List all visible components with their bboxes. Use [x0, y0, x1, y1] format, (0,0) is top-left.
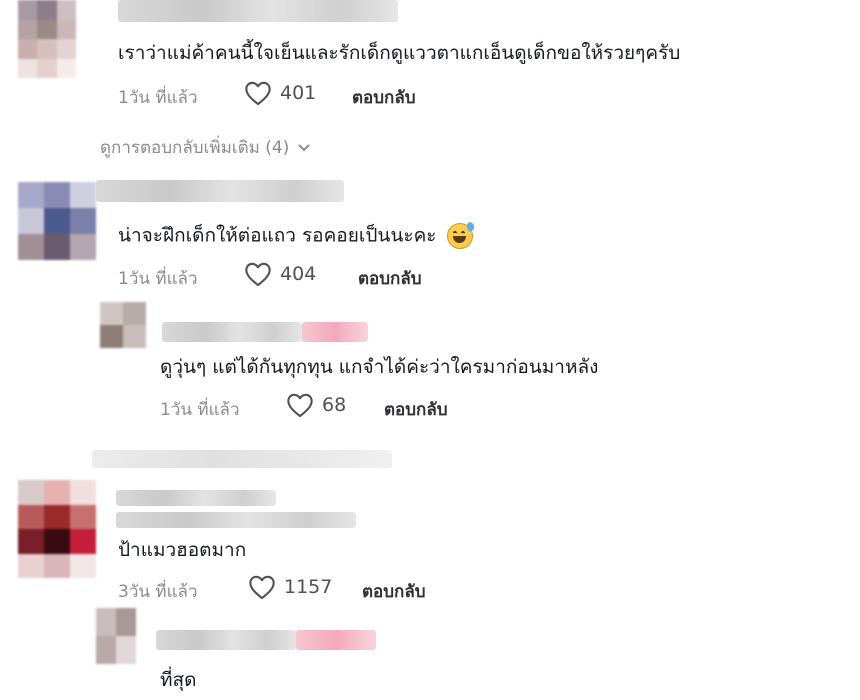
comment-text: เราว่าแม่ค้าคนนี้ใจเย็นและรักเด็กดูแววตา… — [118, 42, 681, 64]
avatar[interactable] — [100, 302, 146, 348]
reply-button[interactable]: ตอบกลับ — [358, 265, 422, 292]
comment-time: 1วัน ที่แล้ว — [118, 269, 198, 289]
avatar[interactable] — [18, 480, 96, 578]
like-button[interactable]: 1157 — [248, 574, 332, 600]
avatar[interactable] — [96, 608, 136, 664]
comment-time: 3วัน ที่แล้ว — [118, 582, 198, 602]
like-count: 404 — [280, 263, 317, 285]
reply-button[interactable]: ตอบกลับ — [384, 396, 448, 423]
like-count: 401 — [280, 82, 317, 104]
username[interactable] — [118, 0, 398, 22]
comment-text: น่าจะฝึกเด็กให้ต่อแถว รอคอยเป็นนะคะ — [118, 221, 475, 249]
like-count: 1157 — [284, 576, 333, 598]
comment-text: ดูวุ่นๆ แต่ได้กันทุกทุน แกจำได้ค่ะว่าใคร… — [160, 356, 599, 378]
hidden-row — [92, 450, 392, 468]
username-badge — [302, 322, 368, 342]
chevron-down-icon — [298, 143, 311, 151]
username[interactable] — [96, 180, 344, 202]
avatar[interactable] — [18, 0, 76, 78]
like-button[interactable]: 68 — [286, 392, 346, 418]
view-more-replies[interactable]: ดูการตอบกลับเพิ่มเติม (4) — [100, 134, 311, 161]
comment-time: 1วัน ที่แล้ว — [118, 88, 198, 108]
like-button[interactable]: 401 — [244, 80, 316, 106]
reply-button[interactable]: ตอบกลับ — [362, 578, 426, 605]
like-button[interactable]: 404 — [244, 261, 316, 287]
heart-icon — [249, 575, 275, 600]
view-more-label: ดูการตอบกลับเพิ่มเติม (4) — [100, 138, 290, 158]
heart-icon — [245, 262, 271, 287]
username[interactable] — [156, 630, 296, 650]
username[interactable] — [116, 490, 276, 506]
comment-text: ป้าแมวฮอตมาก — [118, 539, 247, 561]
username[interactable] — [162, 322, 302, 342]
heart-icon — [287, 393, 313, 418]
username-badge — [296, 630, 376, 650]
sweat-smile-emoji — [446, 221, 475, 249]
avatar[interactable] — [18, 182, 96, 260]
comment-text: ที่สุด — [160, 669, 197, 691]
reply-button[interactable]: ตอบกลับ — [352, 84, 416, 111]
username-sub — [116, 512, 356, 528]
heart-icon — [245, 81, 271, 106]
comment-text-label: น่าจะฝึกเด็กให้ต่อแถว รอคอยเป็นนะคะ — [118, 224, 437, 247]
like-count: 68 — [322, 394, 347, 416]
comment-time: 1วัน ที่แล้ว — [160, 400, 240, 420]
